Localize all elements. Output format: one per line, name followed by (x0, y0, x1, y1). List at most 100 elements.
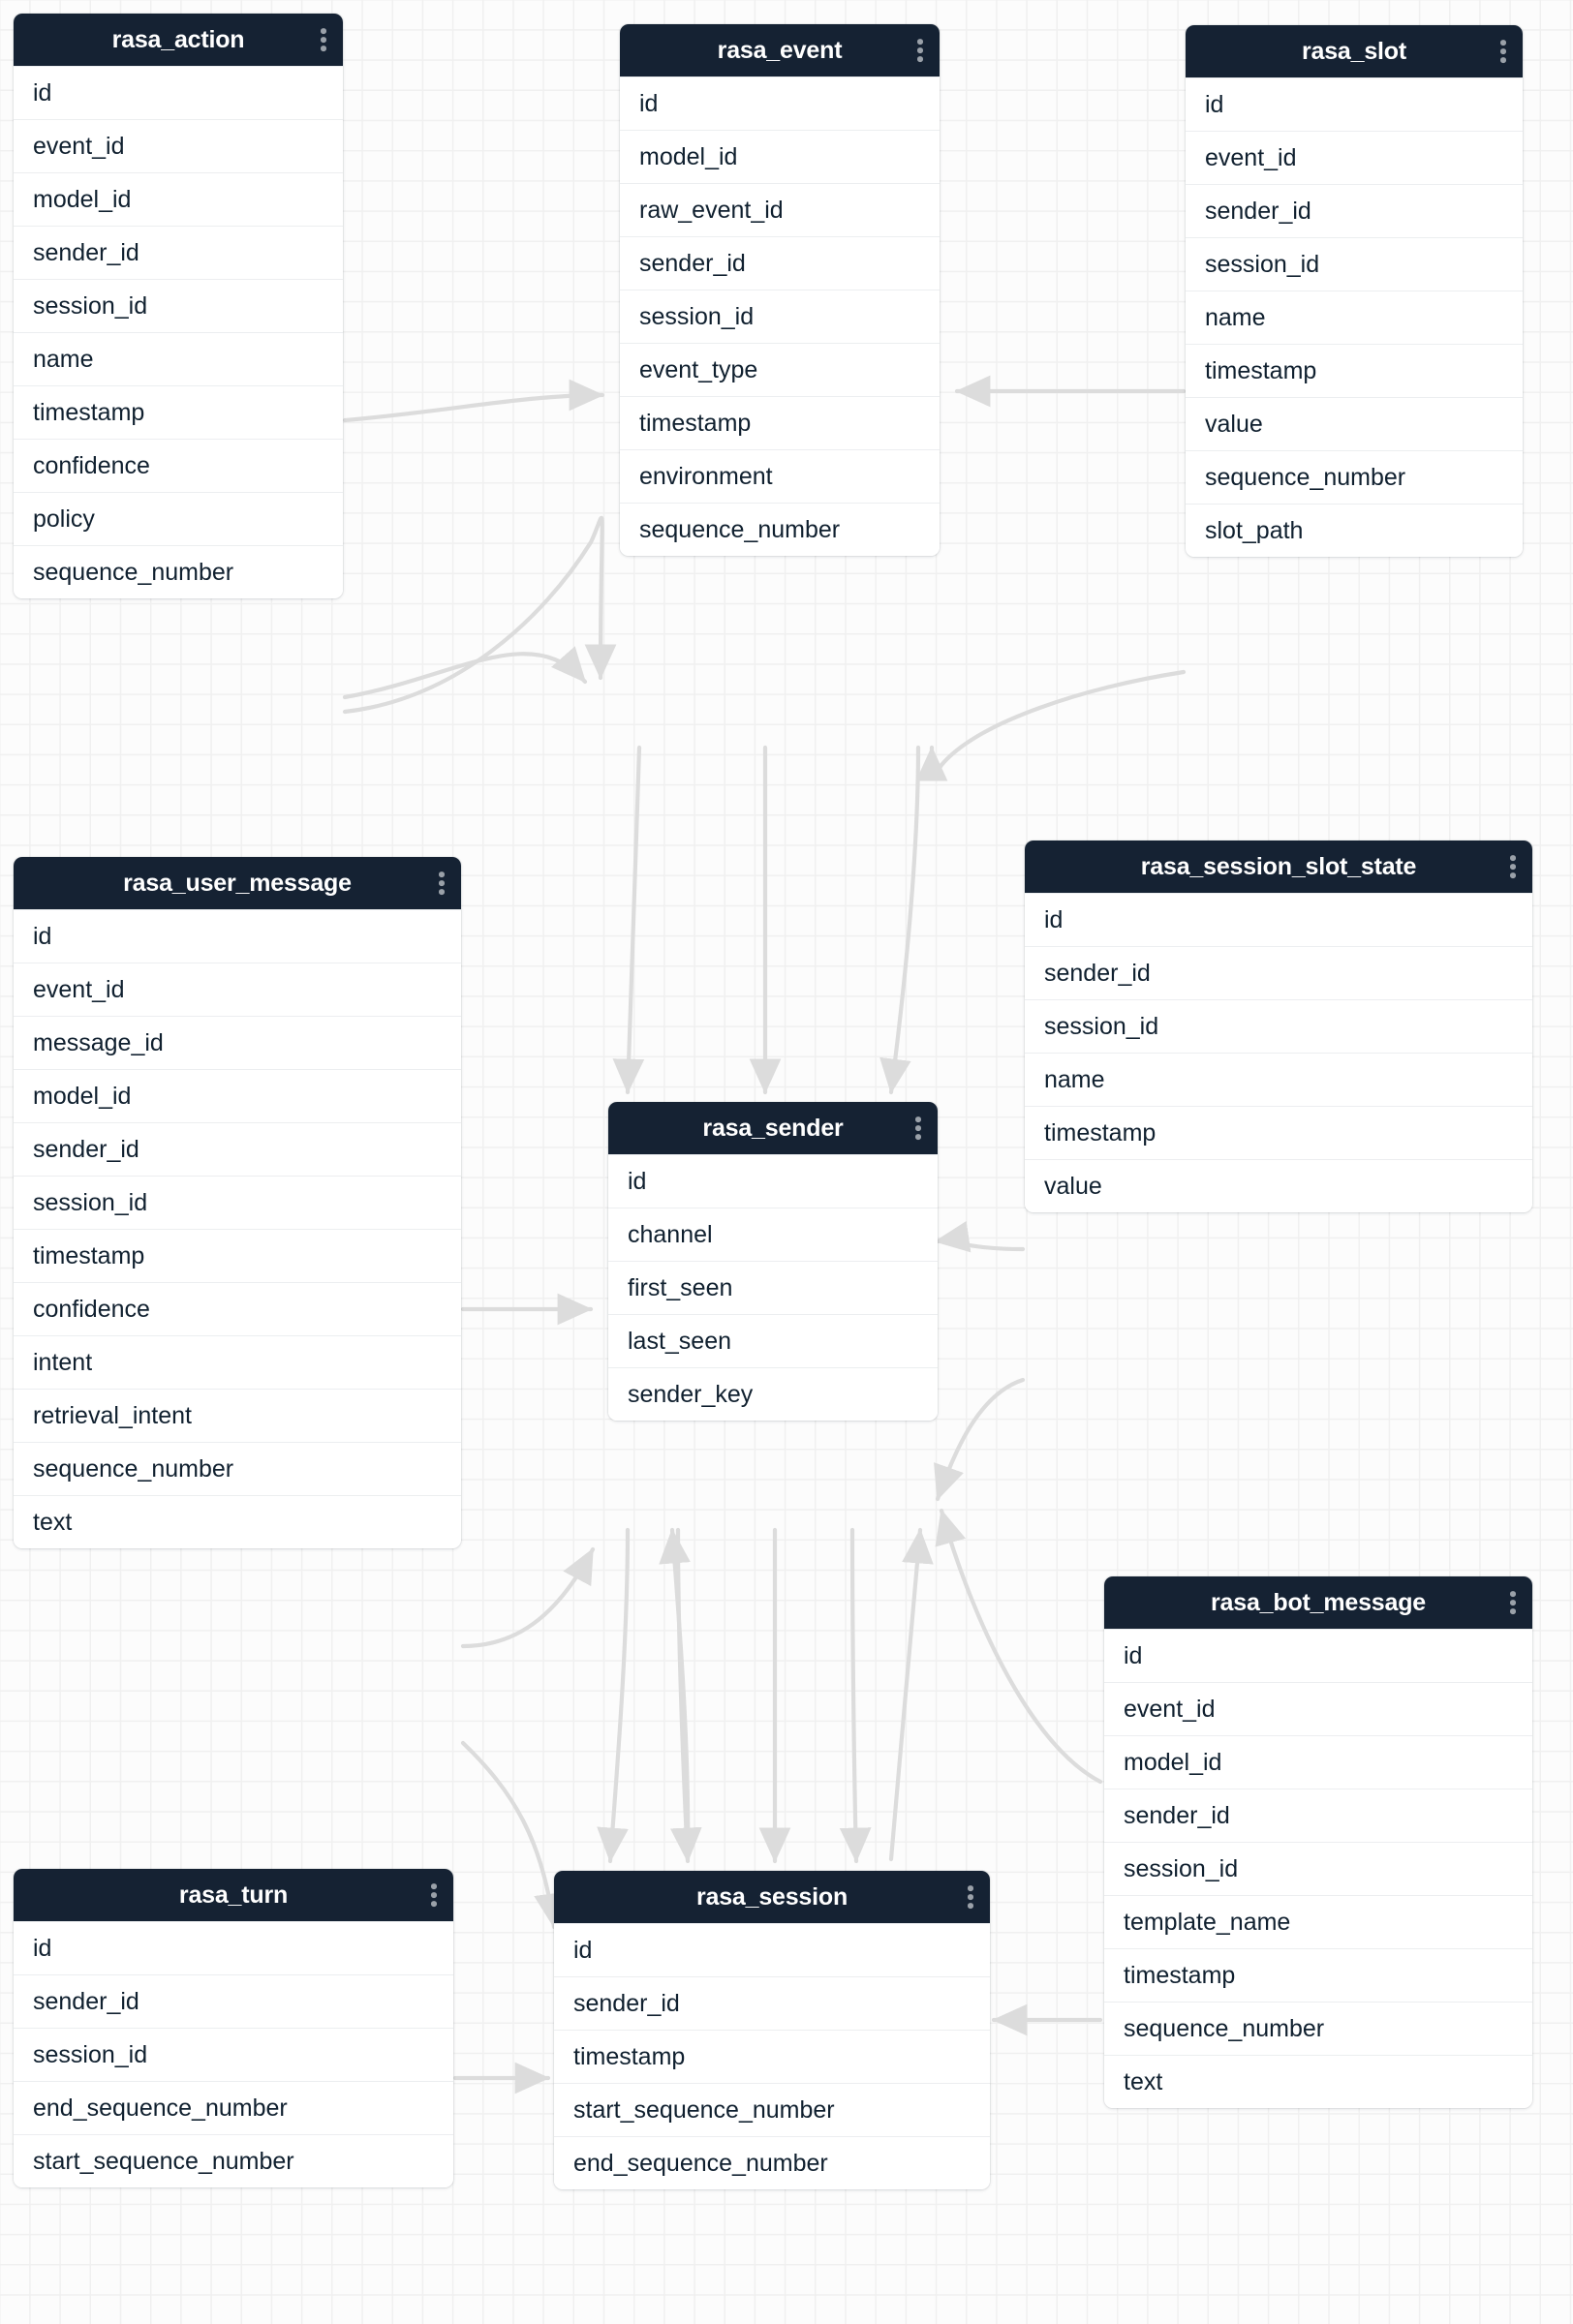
kebab-menu-icon[interactable] (1510, 855, 1516, 878)
field-row[interactable]: raw_event_id (620, 183, 940, 236)
field-row[interactable]: sender_key (608, 1367, 938, 1421)
field-row[interactable]: timestamp (1186, 344, 1523, 397)
field-row[interactable]: sender_id (1186, 184, 1523, 237)
field-row[interactable]: session_id (1104, 1842, 1532, 1895)
field-row[interactable]: event_id (14, 119, 343, 172)
field-label: model_id (1124, 1748, 1222, 1776)
kebab-menu-icon[interactable] (968, 1885, 973, 1909)
field-row[interactable]: environment (620, 449, 940, 503)
field-row[interactable]: start_sequence_number (14, 2134, 453, 2187)
table-header-rasa_event[interactable]: rasa_event (620, 24, 940, 76)
field-row[interactable]: timestamp (1025, 1106, 1532, 1159)
field-row[interactable]: id (620, 76, 940, 130)
table-header-rasa_user_message[interactable]: rasa_user_message (14, 857, 461, 909)
field-row[interactable]: retrieval_intent (14, 1389, 461, 1442)
field-row[interactable]: value (1186, 397, 1523, 450)
field-row[interactable]: id (608, 1154, 938, 1208)
field-row[interactable]: slot_path (1186, 504, 1523, 557)
field-row[interactable]: model_id (14, 172, 343, 226)
kebab-menu-icon[interactable] (915, 1116, 921, 1140)
kebab-menu-icon[interactable] (439, 872, 445, 895)
field-row[interactable]: id (14, 909, 461, 963)
field-label: id (628, 1167, 647, 1195)
field-row[interactable]: session_id (620, 290, 940, 343)
field-row[interactable]: timestamp (1104, 1948, 1532, 2002)
field-row[interactable]: timestamp (14, 1229, 461, 1282)
field-row[interactable]: session_id (1186, 237, 1523, 290)
field-row[interactable]: confidence (14, 1282, 461, 1335)
kebab-menu-icon[interactable] (917, 39, 923, 62)
table-header-rasa_bot_message[interactable]: rasa_bot_message (1104, 1576, 1532, 1629)
field-row[interactable]: id (14, 1921, 453, 1974)
kebab-menu-icon[interactable] (1500, 40, 1506, 63)
field-row[interactable]: model_id (14, 1069, 461, 1122)
field-row[interactable]: session_id (14, 2028, 453, 2081)
field-row[interactable]: id (1104, 1629, 1532, 1682)
field-row[interactable]: value (1025, 1159, 1532, 1212)
table-card-rasa_session[interactable]: rasa_session id sender_id timestamp start_se… (554, 1871, 990, 2189)
table-header-rasa_session_slot_state[interactable]: rasa_session_slot_state (1025, 841, 1532, 893)
field-row[interactable]: last_seen (608, 1314, 938, 1367)
field-row[interactable]: model_id (1104, 1735, 1532, 1789)
field-row[interactable]: id (1186, 77, 1523, 131)
field-row[interactable]: sender_id (554, 1976, 990, 2030)
field-row[interactable]: event_id (14, 963, 461, 1016)
field-row[interactable]: sender_id (14, 1122, 461, 1176)
field-row[interactable]: sender_id (14, 226, 343, 279)
table-card-rasa_session_slot_state[interactable]: rasa_session_slot_state id sender_id sessio… (1025, 841, 1532, 1212)
table-header-rasa_session[interactable]: rasa_session (554, 1871, 990, 1923)
table-header-rasa_turn[interactable]: rasa_turn (14, 1869, 453, 1921)
table-card-rasa_action[interactable]: rasa_action id event_id model_id sender_id se… (14, 14, 343, 598)
table-header-rasa_slot[interactable]: rasa_slot (1186, 25, 1523, 77)
field-row[interactable]: text (14, 1495, 461, 1548)
field-row[interactable]: sequence_number (14, 545, 343, 598)
field-row[interactable]: intent (14, 1335, 461, 1389)
table-card-rasa_user_message[interactable]: rasa_user_message id event_id message_id mod… (14, 857, 461, 1548)
field-row[interactable]: event_id (1186, 131, 1523, 184)
field-row[interactable]: name (14, 332, 343, 385)
field-row[interactable]: timestamp (14, 385, 343, 439)
field-row[interactable]: message_id (14, 1016, 461, 1069)
field-row[interactable]: id (14, 66, 343, 119)
field-row[interactable]: sender_id (14, 1974, 453, 2028)
field-row[interactable]: name (1186, 290, 1523, 344)
field-row[interactable]: session_id (14, 1176, 461, 1229)
table-card-rasa_turn[interactable]: rasa_turn id sender_id session_id end_sequen… (14, 1869, 453, 2187)
field-row[interactable]: name (1025, 1053, 1532, 1106)
field-row[interactable]: sequence_number (14, 1442, 461, 1495)
field-row[interactable]: end_sequence_number (554, 2136, 990, 2189)
field-row[interactable]: start_sequence_number (554, 2083, 990, 2136)
field-row[interactable]: session_id (1025, 999, 1532, 1053)
field-row[interactable]: timestamp (554, 2030, 990, 2083)
field-row[interactable]: model_id (620, 130, 940, 183)
table-card-rasa_slot[interactable]: rasa_slot id event_id sender_id session_idna… (1186, 25, 1523, 557)
field-row[interactable]: sequence_number (620, 503, 940, 556)
field-row[interactable]: sequence_number (1186, 450, 1523, 504)
field-row[interactable]: channel (608, 1208, 938, 1261)
kebab-menu-icon[interactable] (431, 1883, 437, 1907)
field-row[interactable]: text (1104, 2055, 1532, 2108)
table-header-rasa_sender[interactable]: rasa_sender (608, 1102, 938, 1154)
field-row[interactable]: policy (14, 492, 343, 545)
field-row[interactable]: id (1025, 893, 1532, 946)
table-card-rasa_event[interactable]: rasa_event id model_id raw_event_id sender_i… (620, 24, 940, 556)
field-label: name (1205, 303, 1266, 331)
kebab-menu-icon[interactable] (1510, 1591, 1516, 1614)
field-row[interactable]: confidence (14, 439, 343, 492)
table-card-rasa_sender[interactable]: rasa_senderid channel first_seen last_seen s… (608, 1102, 938, 1421)
field-row[interactable]: sender_id (620, 236, 940, 290)
kebab-menu-icon[interactable] (321, 28, 326, 51)
field-row[interactable]: template_name (1104, 1895, 1532, 1948)
field-row[interactable]: sender_id (1104, 1789, 1532, 1842)
field-row[interactable]: timestamp (620, 396, 940, 449)
field-row[interactable]: event_type (620, 343, 940, 396)
field-row[interactable]: first_seen (608, 1261, 938, 1314)
field-row[interactable]: session_id (14, 279, 343, 332)
field-row[interactable]: sequence_number (1104, 2002, 1532, 2055)
field-row[interactable]: event_id (1104, 1682, 1532, 1735)
field-row[interactable]: end_sequence_number (14, 2081, 453, 2134)
table-card-rasa_bot_message[interactable]: rasa_bot_message id event_id model_idsender… (1104, 1576, 1532, 2108)
field-row[interactable]: id (554, 1923, 990, 1976)
field-row[interactable]: sender_id (1025, 946, 1532, 999)
table-header-rasa_action[interactable]: rasa_action (14, 14, 343, 66)
